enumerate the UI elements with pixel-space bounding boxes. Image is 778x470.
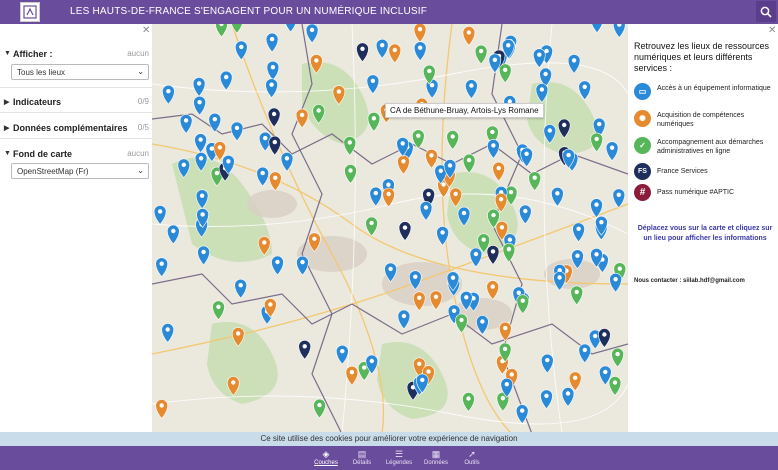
tab-label: Légendes <box>385 460 413 466</box>
section-afficher[interactable]: ▼ Afficher : aucun <box>0 42 152 66</box>
section-value: aucun <box>127 149 149 158</box>
layers-panel: ✕ ▼ Afficher : aucun Tous les lieux ⌄ ▶ … <box>0 24 152 434</box>
search-button[interactable] <box>756 1 776 22</box>
equipment-icon: ▭ <box>634 83 651 100</box>
close-icon[interactable]: ✕ <box>142 25 150 36</box>
chevron-down-icon: ⌄ <box>137 166 144 175</box>
contact-text: Nous contacter : siilab.hdf@gmail.com <box>634 278 745 284</box>
legend-text: France Services <box>657 168 708 175</box>
section-label: Données complémentaires <box>13 123 128 133</box>
france-services-icon: FS <box>634 163 651 180</box>
tab-donnees[interactable]: ▦ Données <box>421 449 451 466</box>
select-value: OpenStreetMap (Fr) <box>17 167 89 176</box>
close-icon[interactable]: ✕ <box>768 25 776 36</box>
bottom-toolbar: ◈ Couches ▤ Détails ☰ Légendes ▦ Données… <box>0 446 778 470</box>
layers-icon: ◈ <box>322 449 330 459</box>
admin-icon: ✓ <box>634 137 651 154</box>
chevron-down-icon: ▼ <box>4 50 11 57</box>
map-view[interactable]: CA de Béthune-Bruay, Artois-Lys Romane <box>152 24 628 434</box>
cookie-banner[interactable]: Ce site utilise des cookies pour amélior… <box>0 432 778 446</box>
logo-icon[interactable] <box>20 2 40 22</box>
section-value: aucun <box>127 49 149 58</box>
tab-label: Données <box>423 460 449 466</box>
divider <box>0 112 152 113</box>
list-icon: ☰ <box>394 449 404 459</box>
skills-icon: ✺ <box>634 110 651 127</box>
section-value: 0/5 <box>137 123 149 132</box>
select-value: Tous les lieux <box>17 68 66 77</box>
search-icon <box>760 6 772 18</box>
section-indicateurs[interactable]: ▶ Indicateurs 0/9 <box>0 90 152 114</box>
legend-text: Accès à un équipement informatique <box>657 85 771 92</box>
tab-outils[interactable]: ➚ Outils <box>457 449 487 466</box>
chevron-right-icon: ▶ <box>4 125 10 132</box>
map-tooltip: CA de Béthune-Bruay, Artois-Lys Romane <box>385 103 544 118</box>
top-bar: LES HAUTS-DE-FRANCE S'ENGAGENT POUR UN N… <box>0 0 778 24</box>
aptic-icon: # <box>634 184 651 201</box>
divider <box>0 138 152 139</box>
legend-text: Acquisition de compétences numériques <box>657 112 745 128</box>
chevron-down-icon: ⌄ <box>137 67 144 76</box>
tab-label: Couches <box>314 460 338 466</box>
section-label: Afficher : <box>13 49 53 59</box>
map-canvas[interactable] <box>152 24 628 434</box>
app-title: LES HAUTS-DE-FRANCE S'ENGAGENT POUR UN N… <box>70 6 428 17</box>
section-label: Fond de carte <box>13 149 73 159</box>
chevron-right-icon: ▶ <box>4 99 10 106</box>
legend-panel: ✕ Retrouvez les lieux de ressources numé… <box>628 24 778 434</box>
legend-text: Accompagnement aux démarches administrat… <box>657 139 764 155</box>
book-icon: ▤ <box>357 449 367 459</box>
basemap-select[interactable]: OpenStreetMap (Fr) ⌄ <box>11 163 149 179</box>
legend-text: Pass numérique #APTIC <box>657 189 735 196</box>
legend-title: Retrouvez les lieux de ressources numéri… <box>634 41 770 73</box>
cursor-icon: ➚ <box>468 449 476 459</box>
tab-label: Outils <box>464 460 480 466</box>
afficher-select[interactable]: Tous les lieux ⌄ <box>11 64 149 80</box>
section-label: Indicateurs <box>13 97 62 107</box>
table-icon: ▦ <box>431 449 441 459</box>
tab-label: Détails <box>352 460 372 466</box>
tab-details[interactable]: ▤ Détails <box>347 449 377 466</box>
section-value: 0/9 <box>137 97 149 106</box>
chevron-down-icon: ▼ <box>4 150 11 157</box>
tab-couches[interactable]: ◈ Couches <box>311 449 341 466</box>
section-donnees-complementaires[interactable]: ▶ Données complémentaires 0/5 <box>0 116 152 140</box>
instructions-text: Déplacez vous sur la carte et cliquez su… <box>637 225 773 242</box>
divider <box>0 87 152 88</box>
tab-legendes[interactable]: ☰ Légendes <box>384 449 414 466</box>
